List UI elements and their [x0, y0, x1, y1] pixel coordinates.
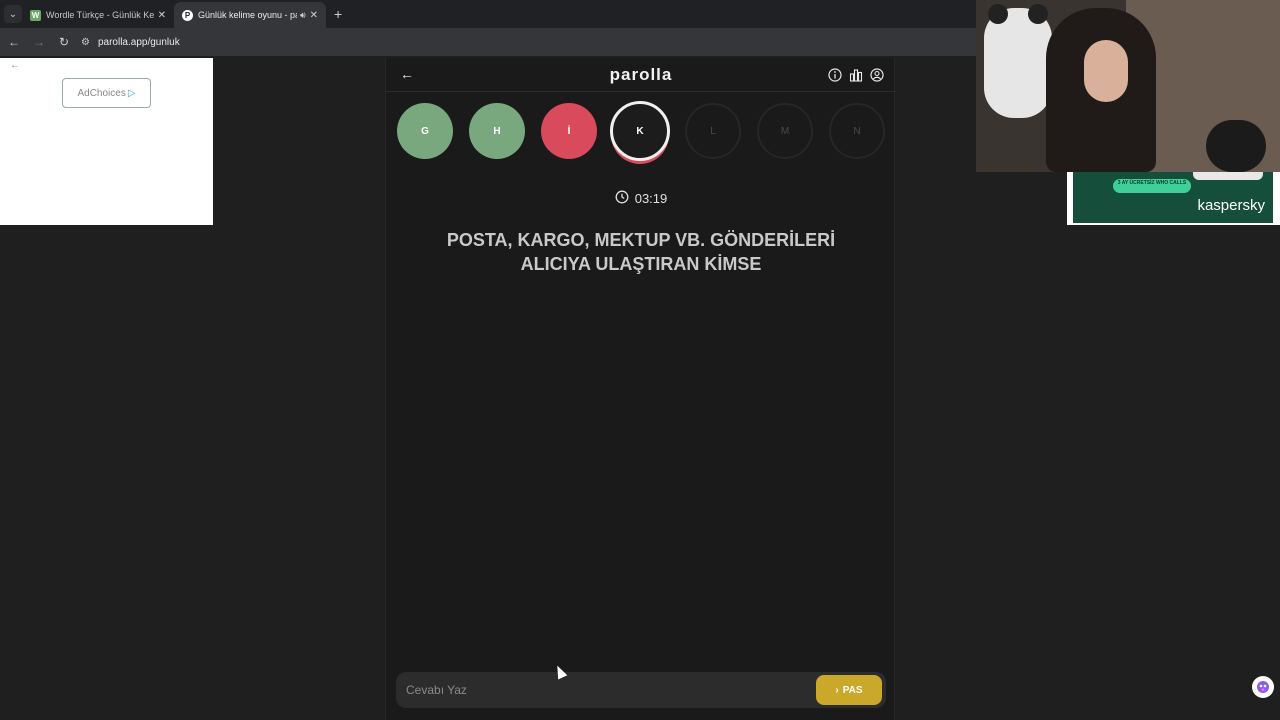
url-text: parolla.app/gunluk [97, 36, 180, 48]
sponsor-banner[interactable]: 3 AY ÜCRETSİZ WHO CALLS kaspersky [1067, 172, 1280, 225]
tab-title: Günlük kelime oyunu - parolla [198, 10, 297, 20]
site-info-icon[interactable]: ⚙ [81, 37, 90, 48]
sponsor-graphic: 3 AY ÜCRETSİZ WHO CALLS kaspersky [1073, 172, 1273, 223]
back-button[interactable]: ← [3, 35, 25, 49]
new-tab-button[interactable]: + [334, 6, 342, 22]
microphone [1206, 120, 1266, 172]
game-header: ← parolla [386, 58, 896, 92]
sponsor-brand: kaspersky [1197, 197, 1265, 214]
tab-parolla[interactable]: P Günlük kelime oyunu - parolla 🔊︎ ✕ [174, 2, 326, 28]
close-tab-icon[interactable]: ✕ [310, 10, 318, 21]
assistant-floating-button[interactable] [1252, 676, 1274, 698]
tab-search-button[interactable]: ⌄ [4, 5, 22, 23]
answer-input[interactable] [396, 672, 816, 708]
panda-plush [984, 4, 1052, 118]
header-icons [827, 67, 884, 82]
info-icon[interactable] [827, 67, 842, 82]
webcam-overlay [976, 0, 1280, 172]
letter-circle: N [829, 103, 885, 159]
pass-button[interactable]: › PAS [816, 675, 882, 705]
tab-wordle[interactable]: W Wordle Türkçe - Günlük Kelime ✕ [22, 2, 174, 28]
timer-value: 03:19 [634, 191, 668, 206]
question-text: POSTA, KARGO, MEKTUP VB. GÖNDERİLERİ ALI… [446, 230, 836, 274]
address-bar[interactable]: ⚙ parolla.app/gunluk [81, 31, 968, 53]
letter-circle: H [469, 103, 525, 159]
letter-circle: L [685, 103, 741, 159]
assistant-icon [1257, 681, 1269, 693]
sponsor-badge: 3 AY ÜCRETSİZ WHO CALLS [1113, 179, 1191, 193]
letter-progress: G H İ K L M N [396, 101, 886, 166]
adchoices-label: AdChoices [77, 87, 126, 99]
streamer-face [1084, 40, 1128, 102]
stats-icon[interactable] [848, 67, 863, 82]
letter-circle: İ [541, 103, 597, 159]
forward-button[interactable]: → [28, 35, 50, 49]
letter-circle: M [757, 103, 813, 159]
adchoices-button[interactable]: AdChoices ▷ [62, 78, 151, 108]
clock-icon [615, 190, 629, 207]
game-panel: ← parolla G H İ K L M N 03:19 POSTA, KAR… [385, 58, 896, 720]
chevron-right-icon: › [835, 684, 839, 696]
answer-bar: › PAS [396, 672, 886, 708]
left-ad-panel: ← AdChoices ▷ [0, 58, 213, 225]
tab-title: Wordle Türkçe - Günlük Kelime [46, 10, 154, 20]
wordle-favicon-icon: W [30, 9, 41, 21]
letter-circle-current: K [610, 101, 670, 161]
parolla-favicon-icon: P [182, 9, 193, 21]
profile-icon[interactable] [869, 67, 884, 82]
letter-circle: G [397, 103, 453, 159]
speaker-icon[interactable]: 🔊︎ [300, 10, 306, 21]
app-logo[interactable]: parolla [386, 65, 896, 85]
sponsor-top-label [1193, 172, 1263, 180]
close-tab-icon[interactable]: ✕ [158, 10, 166, 21]
browser-toolbar: ← → ↻ ⚙ parolla.app/gunluk [0, 28, 976, 56]
reload-button[interactable]: ↻ [53, 35, 75, 49]
ad-back-arrow-icon[interactable]: ← [10, 60, 20, 71]
pass-label: PAS [842, 684, 863, 696]
adchoices-icon: ▷ [127, 87, 136, 99]
timer: 03:19 [386, 190, 896, 207]
